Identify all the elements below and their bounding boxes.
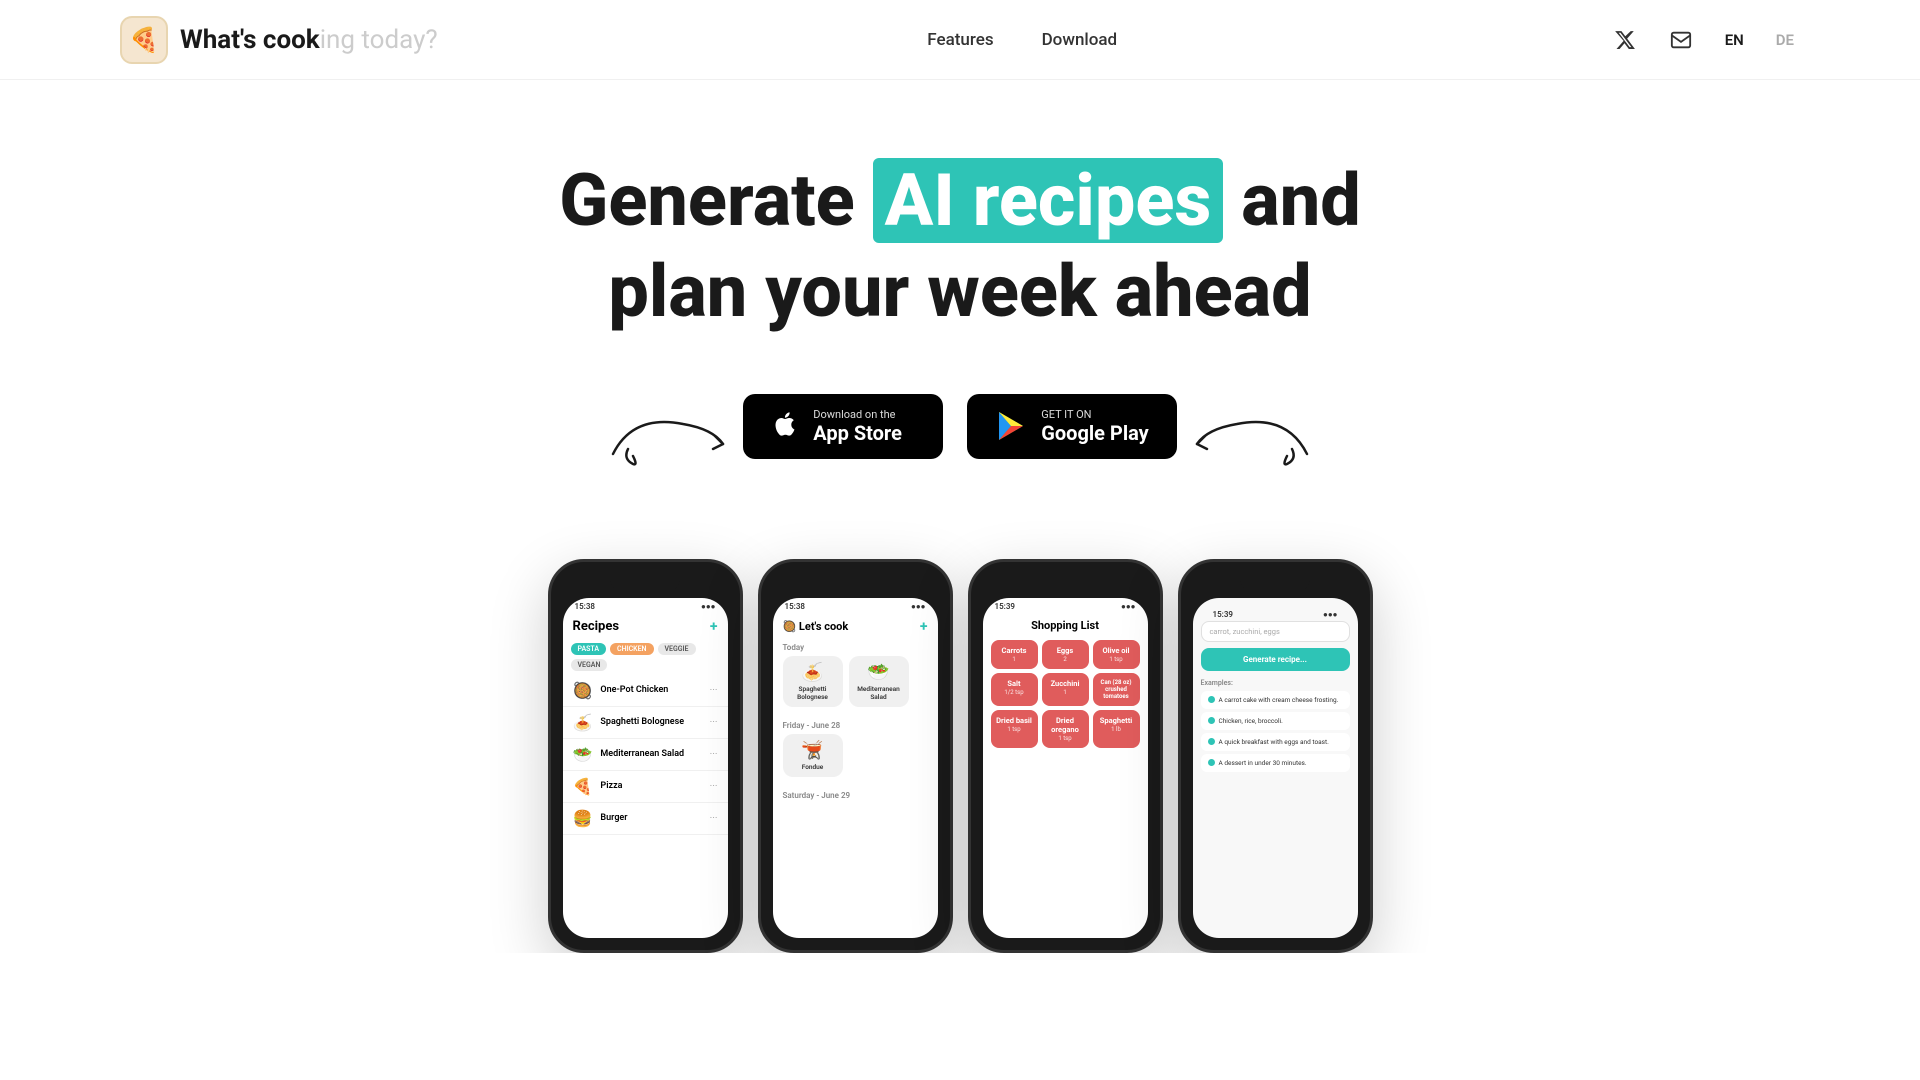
phone-notch-2 [820,574,890,592]
googleplay-text: GET IT ON Google Play [1041,408,1149,445]
recipe-item: 🥘 One-Pot Chicken ··· [563,675,728,707]
ai-example-item: A carrot cake with cream cheese frosting… [1201,691,1350,709]
shopping-item: Can (28 oz) crushed tomatoes [1093,673,1140,706]
googleplay-button[interactable]: GET IT ON Google Play [967,394,1177,459]
phone-meal-plan: 15:38 ●●● 🥘 Let's cook + Today 🍝 Spaghet… [750,559,960,953]
navbar: 🍕 What's cooking today? Features Downloa… [0,0,1920,80]
hero-section: Generate AI recipes and plan your week a… [0,80,1920,519]
mail-icon[interactable] [1663,22,1699,58]
arrow-right-decoration [1187,394,1317,474]
shopping-item: Zucchini 1 [1042,673,1089,706]
apple-icon [771,410,799,443]
shopping-item: Eggs 2 [1042,640,1089,669]
ai-highlight: AI recipes [873,158,1224,243]
phone-notch-1 [610,574,680,592]
logo[interactable]: 🍕 What's cooking today? [120,16,438,64]
appstore-button[interactable]: Download on the App Store [743,394,943,459]
hero-title: Generate AI recipes and plan your week a… [559,160,1360,334]
nav-links: Features Download [927,30,1117,50]
google-play-icon [995,410,1027,442]
ai-example-item: Chicken, rice, broccoli. [1201,712,1350,730]
lang-de[interactable]: DE [1770,27,1800,53]
logo-text: What's cooking today? [180,25,438,55]
nav-right: EN DE [1607,22,1800,58]
store-buttons-section: Download on the App Store GET IT ON Goog… [743,394,1177,459]
recipe-item: 🥗 Mediterranean Salad ··· [563,739,728,771]
shopping-item: Dried basil 1 tsp [991,710,1038,748]
phone-notch-4 [1240,574,1310,592]
nav-features[interactable]: Features [927,30,993,50]
shopping-item: Olive oil 1 tsp [1093,640,1140,669]
ai-ingredient-input: carrot, zucchini, eggs [1201,621,1350,642]
phone-ai-generate: 15:39 ●●● carrot, zucchini, eggs Generat… [1170,559,1380,953]
phone-recipes: 15:38 ●●● Recipes + PASTA CHICKEN VEGGIE… [540,559,750,953]
recipe-item: 🍔 Burger ··· [563,803,728,835]
phone-notch-3 [1030,574,1100,592]
recipe-item: 🍝 Spaghetti Bolognese ··· [563,707,728,739]
shopping-item: Carrots 1 [991,640,1038,669]
appstore-text: Download on the App Store [813,408,902,445]
shopping-item: Salt 1/2 tsp [991,673,1038,706]
shopping-item: Spaghetti 1 lb [1093,710,1140,748]
nav-download[interactable]: Download [1042,30,1118,50]
arrow-left-decoration [603,394,733,474]
phone-shopping: 15:39 ●●● Shopping List Carrots 1 Eggs 2… [960,559,1170,953]
ai-example-item: A dessert in under 30 minutes. [1201,754,1350,772]
ai-example-item: A quick breakfast with eggs and toast. [1201,733,1350,751]
shopping-item: Dried oregano 1 tsp [1042,710,1089,748]
twitter-icon[interactable] [1607,22,1643,58]
lang-en[interactable]: EN [1719,27,1750,53]
logo-icon: 🍕 [120,16,168,64]
phones-section: 15:38 ●●● Recipes + PASTA CHICKEN VEGGIE… [0,519,1920,953]
recipe-item: 🍕 Pizza ··· [563,771,728,803]
ai-generate-button: Generate recipe... [1201,648,1350,671]
